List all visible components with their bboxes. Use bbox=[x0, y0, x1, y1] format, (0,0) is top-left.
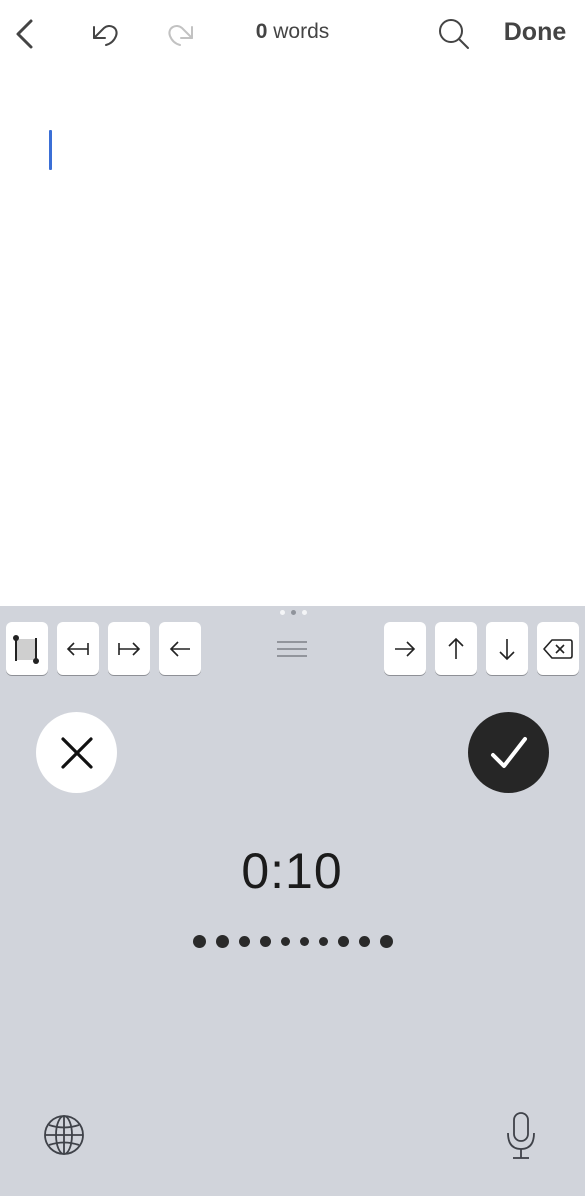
search-button[interactable] bbox=[430, 12, 478, 56]
search-icon bbox=[439, 19, 469, 49]
delete-key[interactable] bbox=[537, 622, 579, 675]
drag-handle-icon bbox=[277, 641, 307, 657]
delete-icon bbox=[543, 638, 573, 659]
chevron-left-icon bbox=[16, 19, 33, 49]
move-to-line-start-icon bbox=[66, 641, 89, 656]
move-to-line-end-icon bbox=[118, 641, 141, 656]
audio-level-dot bbox=[192, 934, 206, 948]
line-end-key[interactable] bbox=[108, 622, 150, 675]
page-indicator bbox=[270, 610, 316, 618]
line-start-key[interactable] bbox=[57, 622, 99, 675]
undo-icon bbox=[93, 25, 118, 46]
select-text-key[interactable] bbox=[6, 622, 48, 675]
page-dot bbox=[279, 610, 285, 615]
redo-icon bbox=[168, 25, 193, 46]
audio-level-dot bbox=[337, 935, 349, 947]
audio-level-dot bbox=[280, 936, 290, 946]
confirm-dictation-button[interactable] bbox=[468, 712, 549, 793]
toolbar-drag-handle[interactable] bbox=[272, 634, 312, 664]
back-button[interactable] bbox=[4, 12, 44, 56]
word-count: 0 words bbox=[200, 20, 385, 44]
audio-level-dot bbox=[259, 935, 271, 947]
word-count-number: 0 bbox=[255, 20, 268, 43]
audio-level-dot bbox=[299, 936, 309, 946]
arrow-down-key[interactable] bbox=[486, 622, 528, 675]
audio-level-dot bbox=[358, 935, 370, 947]
select-text-icon bbox=[13, 634, 39, 664]
arrow-right-key[interactable] bbox=[384, 622, 426, 675]
audio-level-indicator bbox=[170, 931, 415, 951]
arrow-down-icon bbox=[499, 638, 515, 660]
dictation-keyboard: 0:10 bbox=[0, 606, 585, 1196]
redo-button[interactable] bbox=[158, 12, 206, 56]
arrow-up-key[interactable] bbox=[435, 622, 477, 675]
undo-button[interactable] bbox=[80, 12, 128, 56]
audio-level-dot bbox=[238, 935, 250, 947]
audio-level-dot bbox=[379, 934, 393, 948]
audio-level-dot bbox=[215, 934, 229, 948]
microphone-button[interactable] bbox=[500, 1109, 542, 1163]
page-dot bbox=[301, 610, 307, 615]
word-count-label: words bbox=[273, 20, 330, 43]
document-editor[interactable] bbox=[0, 70, 585, 606]
cancel-dictation-button[interactable] bbox=[36, 712, 117, 793]
dictation-timer: 0:10 bbox=[241, 843, 343, 899]
page-dot-active bbox=[290, 610, 296, 615]
audio-level-dot bbox=[318, 936, 328, 946]
text-cursor bbox=[49, 130, 52, 170]
microphone-icon bbox=[507, 1112, 535, 1159]
top-toolbar: 0 words Done bbox=[0, 0, 585, 70]
done-button[interactable]: Done bbox=[490, 18, 580, 52]
arrow-left-icon bbox=[169, 640, 190, 657]
arrow-right-icon bbox=[395, 640, 416, 657]
globe-icon bbox=[44, 1115, 84, 1155]
close-icon bbox=[60, 736, 93, 769]
checkmark-icon bbox=[490, 736, 527, 768]
arrow-left-key[interactable] bbox=[159, 622, 201, 675]
arrow-up-icon bbox=[448, 637, 464, 659]
language-switch-button[interactable] bbox=[40, 1111, 88, 1159]
